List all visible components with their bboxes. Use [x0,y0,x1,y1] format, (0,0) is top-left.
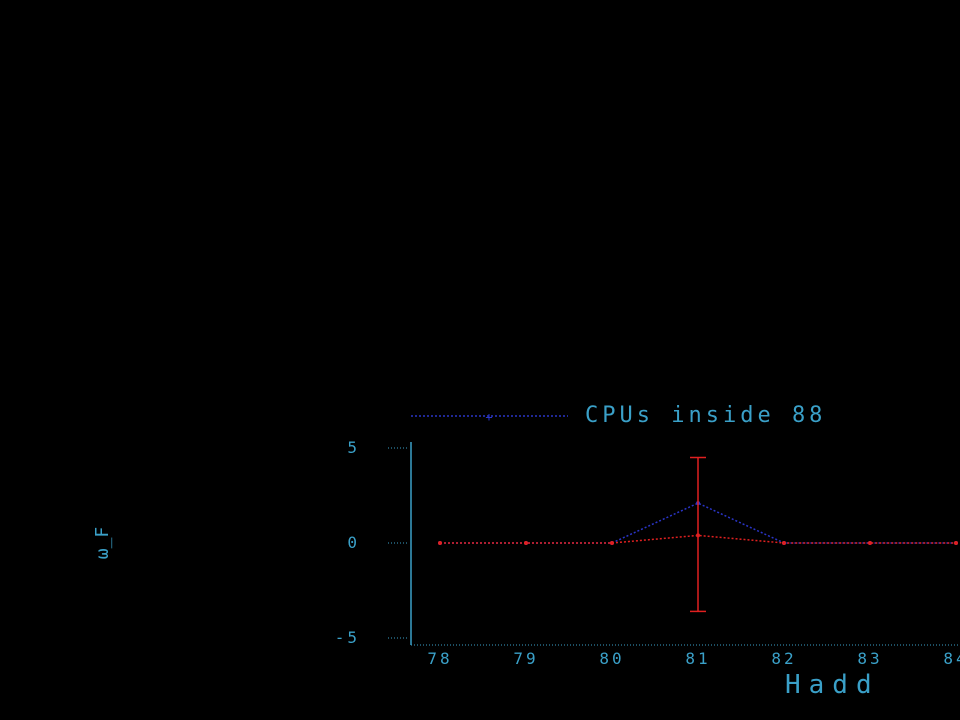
data-point [524,541,528,545]
y-axis-label: ω_F [92,527,113,560]
x-tick-label: 78 [427,649,452,668]
legend-marker: + [485,410,492,424]
y-tick-label: 5 [347,438,360,457]
data-point [610,541,614,545]
x-tick-label: 83 [857,649,882,668]
data-point [782,541,786,545]
data-point [868,541,872,545]
x-tick-label: 80 [599,649,624,668]
legend-label: CPUs inside 88 [585,403,826,428]
x-axis-label: Hadd [785,670,880,700]
x-tick-label: 79 [513,649,538,668]
y-ticks: -5 0 5 [335,438,408,647]
x-tick-label: 81 [685,649,710,668]
series-layer [438,456,958,613]
data-point [954,541,958,545]
x-tick-label: 84 [943,649,960,668]
legend: + CPUs inside 88 [411,403,826,428]
x-ticks: 78 79 80 81 82 83 84 [427,649,960,668]
y-tick-label: 0 [347,533,360,552]
chart-canvas: -5 0 5 78 79 80 81 82 83 84 + CPUs inside 88 Had… [92,403,960,700]
y-tick-label: -5 [335,628,360,647]
data-point [438,541,442,545]
x-tick-label: 82 [771,649,796,668]
